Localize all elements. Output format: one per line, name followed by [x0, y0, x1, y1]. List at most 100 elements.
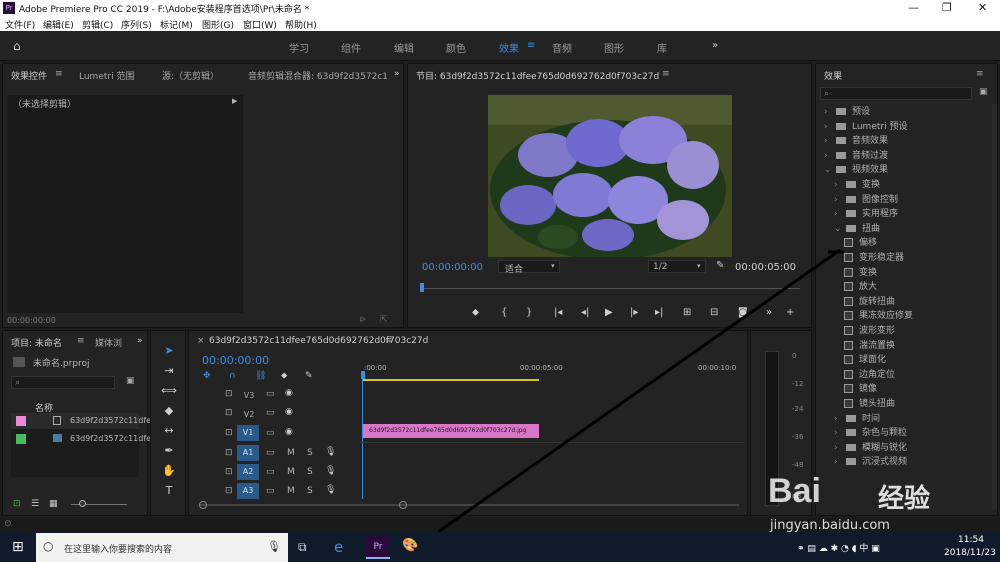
tab-media-browser[interactable]: 媒体浏 [95, 336, 122, 349]
paint-app-icon[interactable]: 🎨 [402, 538, 418, 553]
clock-date[interactable]: 2018/11/23 [944, 548, 996, 558]
add-marker-icon[interactable]: ⬥ [281, 371, 287, 381]
effects-folder[interactable]: › 预设 [824, 104, 870, 117]
program-menu-icon[interactable]: ≡ [662, 69, 670, 79]
workspace-editing[interactable]: 编辑 [394, 40, 414, 55]
expand-arrow-icon[interactable]: ▶ [232, 97, 237, 105]
type-tool-icon[interactable]: T [161, 484, 177, 500]
effect-item[interactable]: 边角定位 [844, 367, 895, 380]
hand-tool-icon[interactable]: ✋ [161, 464, 177, 480]
effects-folder[interactable]: ⌄ 视频效果 [824, 162, 888, 175]
zoom-slider-handle[interactable] [79, 500, 86, 507]
lock-track-icon[interactable]: ⊡ [225, 486, 233, 496]
sync-icon[interactable]: ▭ [266, 408, 275, 418]
sequence-menu-icon[interactable]: ≡ [385, 336, 393, 346]
more-tabs-icon[interactable]: » [394, 69, 400, 79]
close-button[interactable]: ✕ [978, 1, 987, 14]
sequence-tab[interactable]: 63d9f2d3572c11dfee765d0d692762d0f703c27d [209, 336, 428, 346]
solo-button[interactable]: S [307, 467, 313, 477]
effects-scrollbar[interactable] [992, 104, 997, 509]
tab-audio-mixer[interactable]: 音频剪辑混合器: 63d9f2d3572c1 [248, 69, 388, 82]
premiere-taskbar-icon[interactable]: Pr [366, 535, 390, 559]
tab-menu-icon[interactable]: ≡ [55, 69, 63, 79]
chevron-right-icon[interactable]: › [824, 122, 832, 132]
settings-wrench-icon[interactable]: ✎ [305, 371, 313, 381]
tab-project[interactable]: 项目: 未命名 [11, 336, 62, 349]
tab-effect-controls[interactable]: 效果控件 [11, 69, 47, 82]
workspace-graphics[interactable]: 图形 [604, 40, 624, 55]
lock-track-icon[interactable]: ⊡ [225, 408, 233, 418]
snap-icon[interactable]: ∩ [229, 371, 236, 381]
workspace-assembly[interactable]: 组件 [341, 40, 361, 55]
chevron-right-icon[interactable]: › [824, 151, 832, 161]
project-menu-icon[interactable]: ≡ [77, 336, 85, 346]
effect-item[interactable]: 旋转扭曲 [844, 294, 895, 307]
lock-track-icon[interactable]: ⊡ [225, 389, 233, 399]
workspace-menu-icon[interactable]: ≡ [527, 40, 535, 51]
razor-tool-icon[interactable]: ◆ [161, 404, 177, 420]
lock-track-icon[interactable]: ⊡ [225, 428, 233, 438]
sync-icon[interactable]: ▭ [266, 467, 275, 477]
effects-folder[interactable]: ⌄ 扭曲 [834, 221, 880, 234]
export-icon[interactable]: ⇱ [380, 315, 388, 325]
tab-lumetri-scopes[interactable]: Lumetri 范围 [79, 69, 134, 82]
menu-file[interactable]: 文件(F) [5, 18, 35, 31]
eye-icon[interactable]: ◉ [285, 388, 293, 398]
effect-item[interactable]: 果冻效应修复 [844, 308, 913, 321]
tray-icons[interactable]: ⚭ ▤ ☁ ✱ ◔ ◖ 中 ▣ [797, 541, 880, 554]
sync-icon[interactable]: ▭ [266, 486, 275, 496]
project-search-input[interactable]: ⌕ [11, 376, 115, 389]
microphone-icon[interactable]: 🎙 [325, 447, 336, 457]
taskbar-search-input[interactable]: ○ 在这里输入你要搜索的内容 🎙 [36, 533, 288, 562]
minimize-button[interactable]: — [908, 1, 919, 14]
playhead[interactable] [420, 283, 424, 292]
selection-tool-icon[interactable]: ➤ [161, 344, 177, 360]
maximize-button[interactable]: ❐ [942, 1, 952, 14]
microphone-icon[interactable]: 🎙 [267, 540, 281, 553]
menu-graphics[interactable]: 图形(G) [202, 18, 234, 31]
chevron-right-icon[interactable]: › [834, 195, 842, 205]
effect-item[interactable]: 湍流置换 [844, 338, 895, 351]
track-select-tool-icon[interactable]: ⇥ [161, 364, 177, 380]
clock-time[interactable]: 11:54 [958, 535, 984, 545]
effects-folder[interactable]: › Lumetri 预设 [824, 119, 907, 132]
chevron-right-icon[interactable]: › [824, 107, 832, 117]
effects-folder[interactable]: › 实用程序 [834, 206, 898, 219]
track-a3[interactable]: A3 [237, 483, 259, 499]
workspace-libraries[interactable]: 库 [657, 40, 667, 55]
solo-button[interactable]: S [307, 486, 313, 496]
mute-button[interactable]: M [287, 467, 295, 477]
chevron-down-icon[interactable]: ⌄ [834, 224, 842, 234]
menu-help[interactable]: 帮助(H) [285, 18, 317, 31]
workspace-learn[interactable]: 学习 [289, 40, 309, 55]
chevron-right-icon[interactable]: › [834, 209, 842, 219]
pen-tool-icon[interactable]: ✒ [161, 444, 177, 460]
mute-button[interactable]: M [287, 486, 295, 496]
sync-icon[interactable]: ▭ [266, 389, 275, 399]
track-v3[interactable]: V3 [238, 388, 260, 404]
slip-tool-icon[interactable]: ↔ [161, 424, 177, 440]
effects-folder[interactable]: › 音频效果 [824, 133, 888, 146]
lock-icon[interactable]: ⊡ [13, 499, 21, 509]
lock-track-icon[interactable]: ⊡ [225, 448, 233, 458]
chevron-right-icon[interactable]: › [834, 180, 842, 190]
effect-item[interactable]: 波形变形 [844, 323, 895, 336]
new-bin-icon[interactable]: ▣ [126, 376, 135, 386]
lock-track-icon[interactable]: ⊡ [225, 467, 233, 477]
microphone-icon[interactable]: 🎙 [325, 466, 336, 476]
track-a1[interactable]: A1 [237, 445, 259, 461]
eye-icon[interactable]: ◉ [285, 407, 293, 417]
eye-icon[interactable]: ◉ [285, 427, 293, 437]
windows-start-icon[interactable]: ⊞ [12, 539, 24, 555]
close-icon[interactable]: × [197, 336, 205, 346]
timeline-timecode[interactable]: 00:00:00:00 [202, 354, 269, 367]
sync-icon[interactable]: ▭ [266, 428, 275, 438]
ripple-edit-tool-icon[interactable]: ⟺ [161, 384, 177, 400]
linked-selection-icon[interactable]: ⛓ [255, 371, 266, 381]
sync-icon[interactable]: ▭ [266, 448, 275, 458]
effects-folder[interactable]: › 变换 [834, 177, 880, 190]
effects-folder[interactable]: › 音频过渡 [824, 148, 888, 161]
menu-edit[interactable]: 编辑(E) [43, 18, 74, 31]
effect-item[interactable]: 变形稳定器 [844, 250, 904, 263]
workspace-color[interactable]: 颜色 [446, 40, 466, 55]
